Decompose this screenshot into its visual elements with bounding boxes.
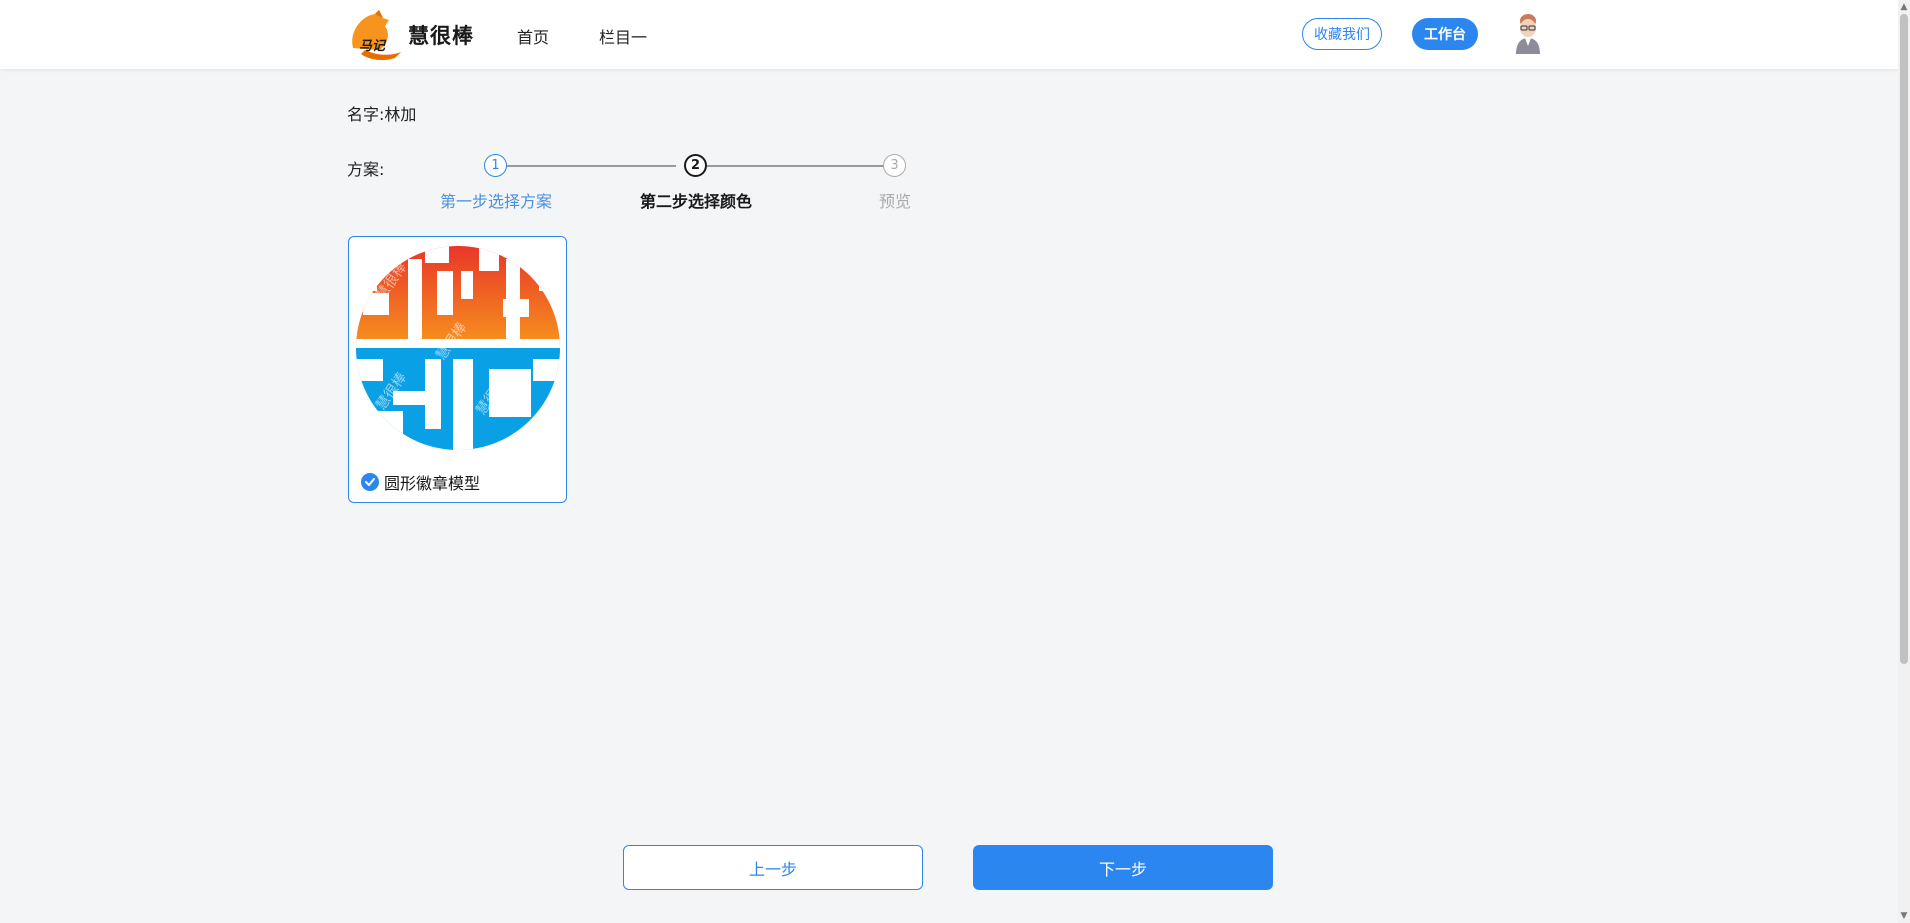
workbench-button[interactable]: 工作台 [1412, 18, 1478, 50]
check-circle-icon[interactable] [361, 473, 379, 491]
top-header: 马记 慧很棒 首页 栏目一 收藏我们 工作台 [0, 0, 1898, 69]
name-value: 林加 [384, 105, 417, 124]
step-1-circle[interactable]: 1 [484, 154, 507, 177]
step-3-circle[interactable]: 3 [883, 154, 906, 177]
next-step-button[interactable]: 下一步 [973, 845, 1273, 890]
name-label: 名字: [347, 105, 385, 124]
svg-text:马记: 马记 [359, 39, 387, 54]
page-scrollbar[interactable]: ▲ ▼ [1898, 0, 1910, 923]
card-title: 圆形徽章模型 [384, 474, 481, 493]
scroll-up-arrow-icon[interactable]: ▲ [1898, 0, 1910, 14]
logo[interactable]: 马记 [345, 8, 405, 62]
step-3-label[interactable]: 预览 [879, 188, 911, 212]
avatar[interactable] [1510, 12, 1546, 54]
scroll-thumb[interactable] [1900, 14, 1908, 664]
scroll-down-arrow-icon[interactable]: ▼ [1898, 909, 1910, 923]
nav-column-one[interactable]: 栏目一 [599, 24, 647, 48]
step-2-circle[interactable]: 2 [684, 154, 707, 177]
step-connector-1 [507, 165, 676, 167]
brand-name: 慧很棒 [408, 24, 474, 48]
step-1-label[interactable]: 第一步选择方案 [440, 188, 552, 212]
favorite-button[interactable]: 收藏我们 [1302, 18, 1382, 50]
plan-label: 方案: [347, 160, 385, 179]
round-badge-preview-image: 慧很棒 慧很棒 慧很棒 慧很棒 [356, 246, 560, 450]
step-connector-2 [707, 165, 885, 167]
card-footer: 圆形徽章模型 [361, 470, 480, 494]
template-card-round-badge[interactable]: 慧很棒 慧很棒 慧很棒 慧很棒 圆形徽章模型 [348, 236, 567, 503]
fox-logo-icon: 马记 [352, 10, 401, 61]
nav-home[interactable]: 首页 [517, 24, 549, 48]
previous-step-button[interactable]: 上一步 [623, 845, 923, 890]
step-2-label[interactable]: 第二步选择颜色 [640, 188, 752, 212]
name-row: 名字:林加 [347, 101, 416, 125]
